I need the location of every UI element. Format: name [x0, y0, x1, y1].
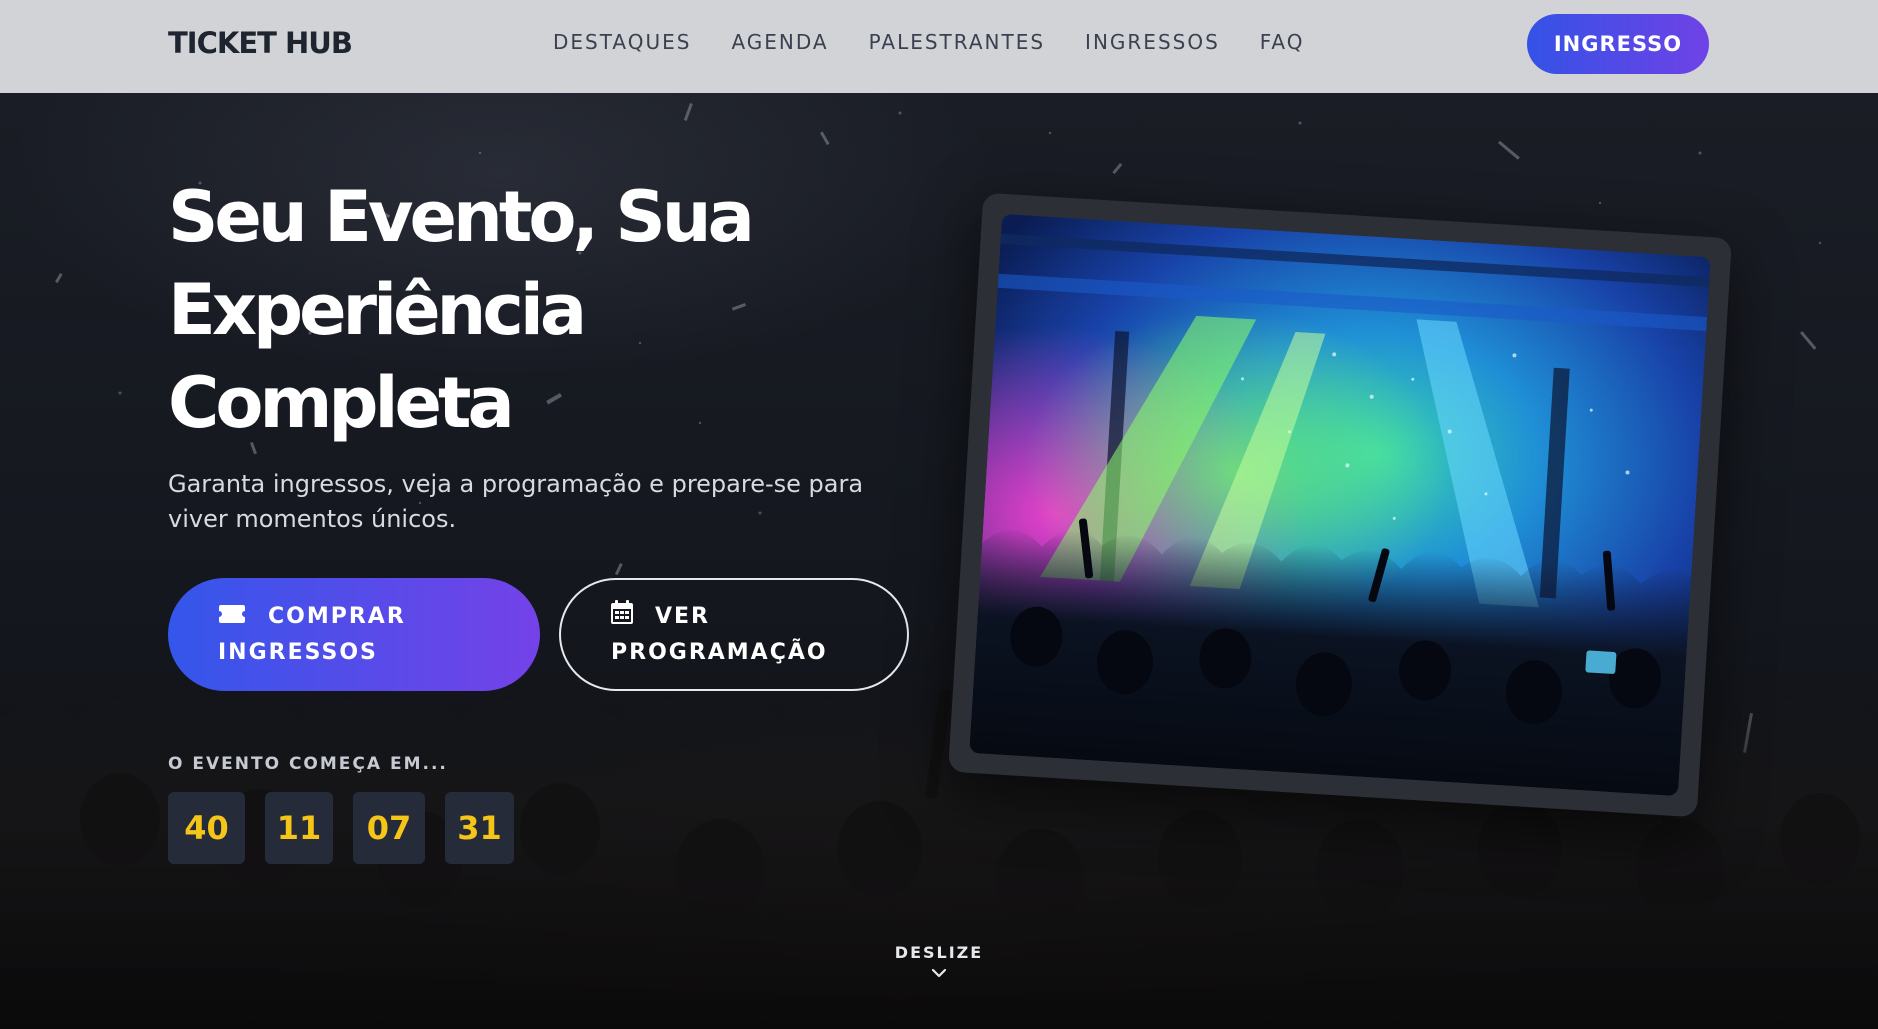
headline-line-3: Completa	[168, 362, 515, 444]
ver-line-2: PROGRAMAÇÃO	[611, 639, 828, 665]
nav-link-faq[interactable]: FAQ	[1260, 30, 1305, 54]
comprar-line-2: INGRESSOS	[218, 639, 378, 665]
hero-section: Seu Evento, Sua Experiência Completa Gar…	[0, 93, 1878, 1029]
headline-line-2: Experiência	[168, 269, 587, 351]
comprar-line-1: COMPRAR	[268, 604, 406, 630]
top-navbar: TICKET HUB DESTAQUES AGENDA PALESTRANTES…	[0, 0, 1878, 93]
subtitle-line-1: Garanta ingressos, veja a programação e …	[168, 470, 864, 498]
countdown-hours: 11	[265, 792, 333, 864]
hero-headline: Seu Evento, Sua Experiência Completa	[168, 171, 888, 450]
nav-link-destaques[interactable]: DESTAQUES	[553, 30, 691, 54]
countdown-label: O EVENTO COMEÇA EM...	[168, 754, 448, 774]
nav-link-ingressos[interactable]: INGRESSOS	[1085, 30, 1220, 54]
headline-line-1: Seu Evento, Sua	[168, 176, 755, 258]
ver-programacao-button[interactable]: VER PROGRAMAÇÃO	[559, 578, 909, 691]
countdown-days: 40	[168, 792, 245, 864]
nav-link-agenda[interactable]: AGENDA	[731, 30, 828, 54]
countdown-timer: 40 11 07 31	[168, 792, 534, 864]
ingresso-button[interactable]: INGRESSO	[1527, 14, 1709, 74]
nav-link-palestrantes[interactable]: PALESTRANTES	[869, 30, 1045, 54]
countdown-minutes: 07	[353, 792, 425, 864]
scroll-label: DESLIZE	[894, 943, 984, 962]
comprar-ingressos-button[interactable]: COMPRAR INGRESSOS	[168, 578, 540, 691]
main-nav: DESTAQUES AGENDA PALESTRANTES INGRESSOS …	[553, 30, 1345, 54]
ticket-icon	[218, 600, 246, 635]
logo[interactable]: TICKET HUB	[168, 26, 353, 60]
calendar-icon	[611, 599, 633, 635]
event-photo-card	[947, 192, 1733, 818]
countdown-seconds: 31	[445, 792, 514, 864]
concert-photo	[969, 213, 1711, 797]
subtitle-line-2: viver momentos únicos.	[168, 505, 457, 533]
ver-programacao-label: VER PROGRAMAÇÃO	[611, 599, 907, 670]
comprar-label: COMPRAR INGRESSOS	[218, 599, 540, 670]
chevron-down-icon	[931, 968, 947, 978]
hero-subtitle: Garanta ingressos, veja a programação e …	[168, 467, 888, 537]
ver-line-1: VER	[655, 604, 710, 630]
scroll-hint[interactable]: DESLIZE	[0, 943, 1878, 978]
